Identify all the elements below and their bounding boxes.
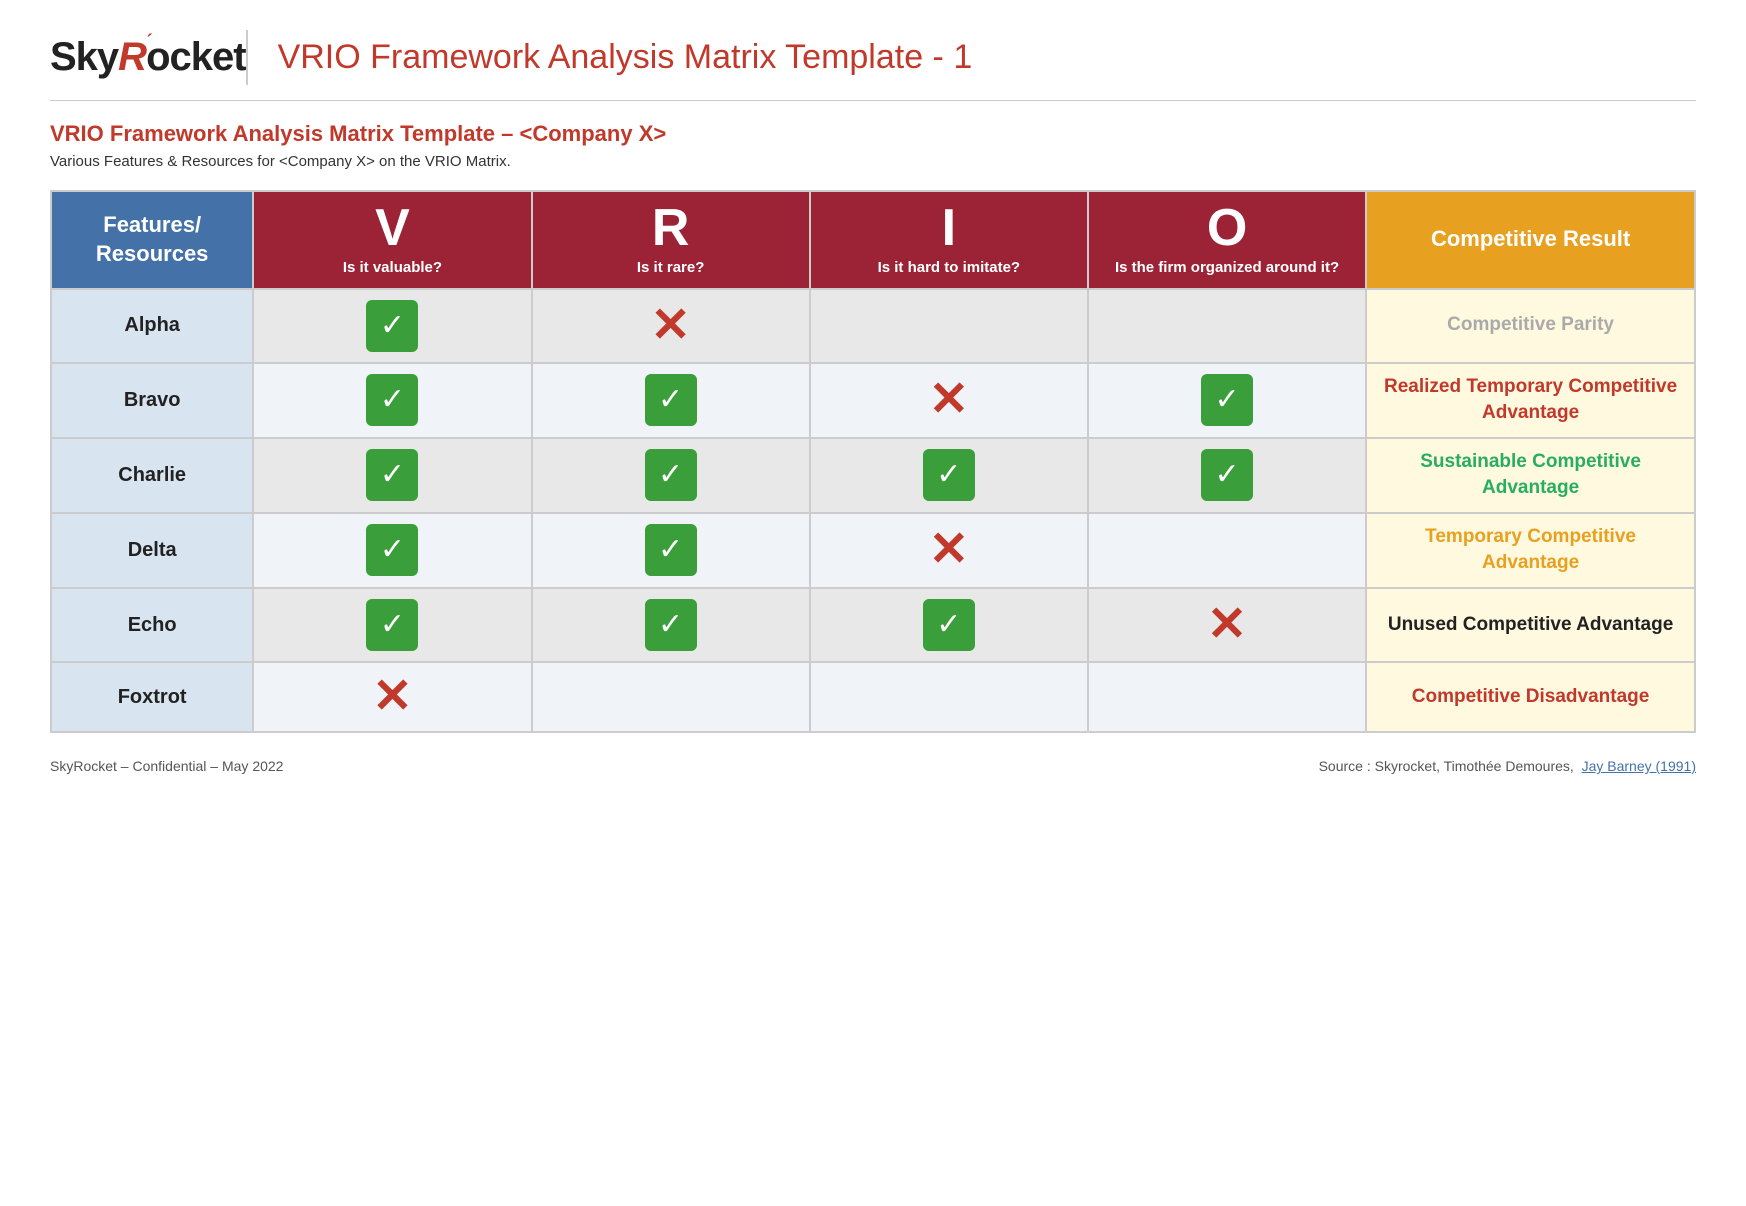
cross-icon: ✕ — [1207, 601, 1247, 649]
cell-delta-v: ✓ — [253, 513, 531, 588]
cell-alpha-i — [810, 289, 1088, 363]
table-row: Delta ✓ ✓ ✕ Temporary Competitive Advantage — [51, 513, 1695, 588]
th-r: R Is it rare? — [532, 191, 810, 289]
cell-foxtrot-v: ✕ — [253, 662, 531, 732]
cell-charlie-o: ✓ — [1088, 438, 1366, 513]
cell-bravo-v: ✓ — [253, 363, 531, 438]
th-i: I Is it hard to imitate? — [810, 191, 1088, 289]
row-label-bravo: Bravo — [51, 363, 253, 438]
cross-icon: ✕ — [929, 526, 969, 574]
check-icon: ✓ — [366, 374, 418, 426]
table-row: Alpha ✓ ✕ Competitive Parity — [51, 289, 1695, 363]
cell-alpha-r: ✕ — [532, 289, 810, 363]
result-echo: Unused Competitive Advantage — [1366, 588, 1695, 662]
th-result: Competitive Result — [1366, 191, 1695, 289]
result-alpha: Competitive Parity — [1366, 289, 1695, 363]
footer-right: Source : Skyrocket, Timothée Demoures, J… — [1319, 758, 1696, 774]
cell-echo-o: ✕ — [1088, 588, 1366, 662]
table-row: Bravo ✓ ✓ ✕ ✓ Realized Temporary Competitive … — [51, 363, 1695, 438]
th-features: Features/ Resources — [51, 191, 253, 289]
th-r-sub: Is it rare? — [541, 258, 801, 278]
check-icon: ✓ — [645, 524, 697, 576]
footer-left: SkyRocket – Confidential – May 2022 — [50, 758, 283, 774]
result-charlie: Sustainable Competitive Advantage — [1366, 438, 1695, 513]
table-row: Echo ✓ ✓ ✓ ✕ Unused Competitive Advantage — [51, 588, 1695, 662]
cell-bravo-o: ✓ — [1088, 363, 1366, 438]
cell-foxtrot-r — [532, 662, 810, 732]
cross-icon: ✕ — [651, 302, 691, 350]
check-icon: ✓ — [1201, 449, 1253, 501]
sub-heading-title: VRIO Framework Analysis Matrix Template … — [50, 121, 1696, 147]
check-icon: ✓ — [366, 599, 418, 651]
check-icon: ✓ — [366, 524, 418, 576]
vrio-matrix-table: Features/ Resources V Is it valuable? R … — [50, 190, 1696, 733]
th-v-letter: V — [262, 202, 522, 254]
th-o-letter: O — [1097, 202, 1357, 254]
header-divider — [246, 30, 248, 85]
logo-r-letter: R — [118, 35, 146, 79]
th-v-sub: Is it valuable? — [262, 258, 522, 278]
logo: SkyRocket — [50, 35, 246, 80]
page-footer: SkyRocket – Confidential – May 2022 Sour… — [50, 758, 1696, 774]
table-row: Foxtrot ✕ Competitive Disadvantage — [51, 662, 1695, 732]
header-title: VRIO Framework Analysis Matrix Template … — [278, 38, 973, 77]
check-icon: ✓ — [366, 300, 418, 352]
cell-echo-v: ✓ — [253, 588, 531, 662]
cell-foxtrot-i — [810, 662, 1088, 732]
cell-charlie-i: ✓ — [810, 438, 1088, 513]
cross-icon: ✕ — [929, 376, 969, 424]
cell-echo-r: ✓ — [532, 588, 810, 662]
cell-delta-o — [1088, 513, 1366, 588]
cell-alpha-o — [1088, 289, 1366, 363]
row-label-alpha: Alpha — [51, 289, 253, 363]
cell-foxtrot-o — [1088, 662, 1366, 732]
row-label-foxtrot: Foxtrot — [51, 662, 253, 732]
th-r-letter: R — [541, 202, 801, 254]
th-i-sub: Is it hard to imitate? — [819, 258, 1079, 278]
check-icon: ✓ — [366, 449, 418, 501]
cell-charlie-v: ✓ — [253, 438, 531, 513]
cell-bravo-i: ✕ — [810, 363, 1088, 438]
cross-icon: ✕ — [372, 673, 412, 721]
result-foxtrot: Competitive Disadvantage — [1366, 662, 1695, 732]
check-icon: ✓ — [645, 599, 697, 651]
cell-delta-i: ✕ — [810, 513, 1088, 588]
cell-charlie-r: ✓ — [532, 438, 810, 513]
row-label-delta: Delta — [51, 513, 253, 588]
footer-right-link[interactable]: Jay Barney (1991) — [1582, 758, 1696, 774]
th-o-sub: Is the firm organized around it? — [1097, 258, 1357, 278]
check-icon: ✓ — [1201, 374, 1253, 426]
check-icon: ✓ — [923, 449, 975, 501]
page-header: SkyRocket VRIO Framework Analysis Matrix… — [50, 30, 1696, 101]
row-label-echo: Echo — [51, 588, 253, 662]
table-header-row: Features/ Resources V Is it valuable? R … — [51, 191, 1695, 289]
th-o: O Is the firm organized around it? — [1088, 191, 1366, 289]
footer-right-text: Source : Skyrocket, Timothée Demoures, — [1319, 758, 1574, 774]
th-i-letter: I — [819, 202, 1079, 254]
logo-sky-text: Sky — [50, 35, 118, 79]
cell-delta-r: ✓ — [532, 513, 810, 588]
sub-heading: VRIO Framework Analysis Matrix Template … — [50, 121, 1696, 170]
result-bravo: Realized Temporary Competitive Advantage — [1366, 363, 1695, 438]
result-delta: Temporary Competitive Advantage — [1366, 513, 1695, 588]
check-icon: ✓ — [923, 599, 975, 651]
check-icon: ✓ — [645, 374, 697, 426]
cell-echo-i: ✓ — [810, 588, 1088, 662]
cell-bravo-r: ✓ — [532, 363, 810, 438]
th-v: V Is it valuable? — [253, 191, 531, 289]
check-icon: ✓ — [645, 449, 697, 501]
table-row: Charlie ✓ ✓ ✓ ✓ Sustainable Competitive Advan… — [51, 438, 1695, 513]
logo-ocket-text: ocket — [146, 35, 246, 79]
sub-heading-description: Various Features & Resources for <Compan… — [50, 153, 1696, 170]
cell-alpha-v: ✓ — [253, 289, 531, 363]
row-label-charlie: Charlie — [51, 438, 253, 513]
